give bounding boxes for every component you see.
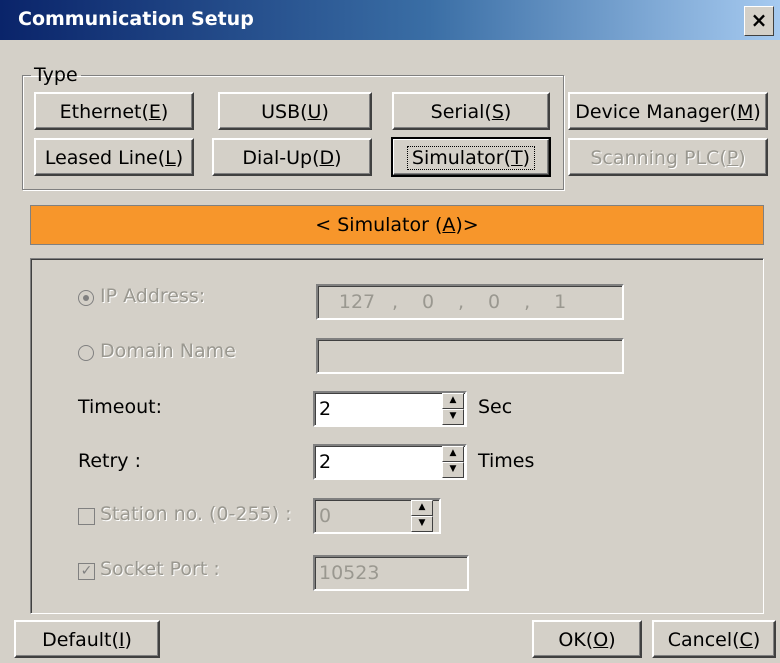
ip-octet-1: 127 bbox=[338, 291, 376, 313]
close-icon: × bbox=[750, 8, 768, 32]
leased-line-button[interactable]: Leased Line(L) bbox=[34, 138, 194, 176]
usb-label: USB( bbox=[261, 101, 308, 123]
socket-port-input[interactable]: 10523 bbox=[313, 555, 469, 591]
default-label-end: ) bbox=[124, 629, 132, 651]
domain-name-radio[interactable] bbox=[78, 345, 94, 361]
banner-accel: A bbox=[442, 214, 456, 236]
close-button[interactable]: × bbox=[744, 6, 774, 36]
ok-accel: O bbox=[593, 629, 609, 651]
simulator-label-end: ) bbox=[522, 147, 531, 169]
spin-up-icon[interactable]: ▲ bbox=[442, 446, 464, 462]
cancel-label-end: ) bbox=[752, 629, 761, 651]
checkmark-icon: ✓ bbox=[80, 563, 93, 579]
spin-up-icon[interactable]: ▲ bbox=[442, 393, 464, 409]
station-no-label: Station no. (0-255) : bbox=[100, 503, 292, 525]
ip-octet-4: 1 bbox=[554, 291, 567, 313]
window-title: Communication Setup bbox=[18, 8, 254, 30]
ok-label-end: ) bbox=[608, 629, 616, 651]
socket-port-checkbox[interactable]: ✓ bbox=[78, 563, 95, 580]
scanning-plc-label: Scanning PLC( bbox=[590, 147, 727, 169]
dial-up-accel: D bbox=[319, 147, 335, 169]
usb-accel: U bbox=[307, 101, 322, 123]
serial-label-end: ) bbox=[503, 101, 512, 123]
dial-up-label-end: ) bbox=[334, 147, 342, 169]
simulator-focus-rect: Simulator(T) bbox=[406, 146, 536, 170]
dial-up-label: Dial-Up( bbox=[242, 147, 320, 169]
retry-unit: Times bbox=[478, 450, 535, 472]
device-manager-label-end: ) bbox=[753, 101, 761, 123]
device-manager-button[interactable]: Device Manager(M) bbox=[568, 92, 768, 130]
socket-port-label: Socket Port : bbox=[100, 558, 220, 580]
default-button[interactable]: Default(I) bbox=[14, 620, 160, 658]
ip-address-field[interactable]: 127, 0, 0, 1 bbox=[316, 284, 624, 320]
timeout-spinner[interactable]: ▲ ▼ bbox=[442, 393, 464, 425]
spin-down-icon[interactable]: ▼ bbox=[411, 516, 433, 532]
timeout-label: Timeout: bbox=[78, 396, 163, 418]
simulator-accel: T bbox=[511, 147, 523, 169]
device-manager-label: Device Manager( bbox=[575, 101, 737, 123]
cancel-label: Cancel( bbox=[667, 629, 740, 651]
ip-address-radio[interactable] bbox=[78, 290, 94, 306]
scanning-plc-label-end: ) bbox=[738, 147, 746, 169]
banner-label-end: )> bbox=[455, 214, 479, 236]
scanning-plc-accel: P bbox=[726, 147, 739, 169]
serial-button[interactable]: Serial(S) bbox=[392, 92, 550, 130]
ethernet-button[interactable]: Ethernet(E) bbox=[34, 92, 194, 130]
usb-label-end: ) bbox=[321, 101, 329, 123]
domain-name-field[interactable] bbox=[316, 338, 624, 374]
station-no-spinner[interactable]: ▲ ▼ bbox=[411, 500, 433, 532]
spin-up-icon[interactable]: ▲ bbox=[411, 500, 433, 516]
title-bar: Communication Setup × bbox=[0, 0, 780, 40]
ethernet-label: Ethernet( bbox=[59, 101, 149, 123]
default-label: Default( bbox=[42, 629, 119, 651]
ip-octet-3: 0 bbox=[488, 291, 501, 313]
leased-line-accel: L bbox=[165, 147, 176, 169]
serial-label: Serial( bbox=[430, 101, 492, 123]
ip-octet-2: 0 bbox=[422, 291, 435, 313]
cancel-accel: C bbox=[739, 629, 753, 651]
simulator-button[interactable]: Simulator(T) bbox=[391, 137, 551, 177]
dial-up-button[interactable]: Dial-Up(D) bbox=[212, 138, 372, 176]
connection-type-banner: < Simulator (A)> bbox=[30, 205, 764, 245]
scanning-plc-button[interactable]: Scanning PLC(P) bbox=[568, 138, 768, 176]
device-manager-accel: M bbox=[736, 101, 754, 123]
leased-line-label-end: ) bbox=[175, 147, 184, 169]
ip-address-label: IP Address: bbox=[100, 285, 206, 307]
leased-line-label: Leased Line( bbox=[44, 147, 166, 169]
banner-label: < Simulator ( bbox=[315, 214, 443, 236]
serial-accel: S bbox=[491, 101, 504, 123]
simulator-label: Simulator( bbox=[411, 147, 512, 169]
ok-label: OK( bbox=[558, 629, 594, 651]
spin-down-icon[interactable]: ▼ bbox=[442, 409, 464, 425]
cancel-button[interactable]: Cancel(C) bbox=[652, 620, 776, 658]
retry-label: Retry : bbox=[78, 450, 141, 472]
station-no-checkbox[interactable] bbox=[78, 508, 95, 525]
spin-down-icon[interactable]: ▼ bbox=[442, 462, 464, 478]
timeout-unit: Sec bbox=[478, 396, 513, 418]
domain-name-label: Domain Name bbox=[100, 340, 236, 362]
ok-button[interactable]: OK(O) bbox=[532, 620, 642, 658]
retry-spinner[interactable]: ▲ ▼ bbox=[442, 446, 464, 478]
usb-button[interactable]: USB(U) bbox=[218, 92, 372, 130]
ethernet-accel: E bbox=[148, 101, 161, 123]
ethernet-label-end: ) bbox=[160, 101, 169, 123]
type-group-legend: Type bbox=[34, 64, 78, 86]
